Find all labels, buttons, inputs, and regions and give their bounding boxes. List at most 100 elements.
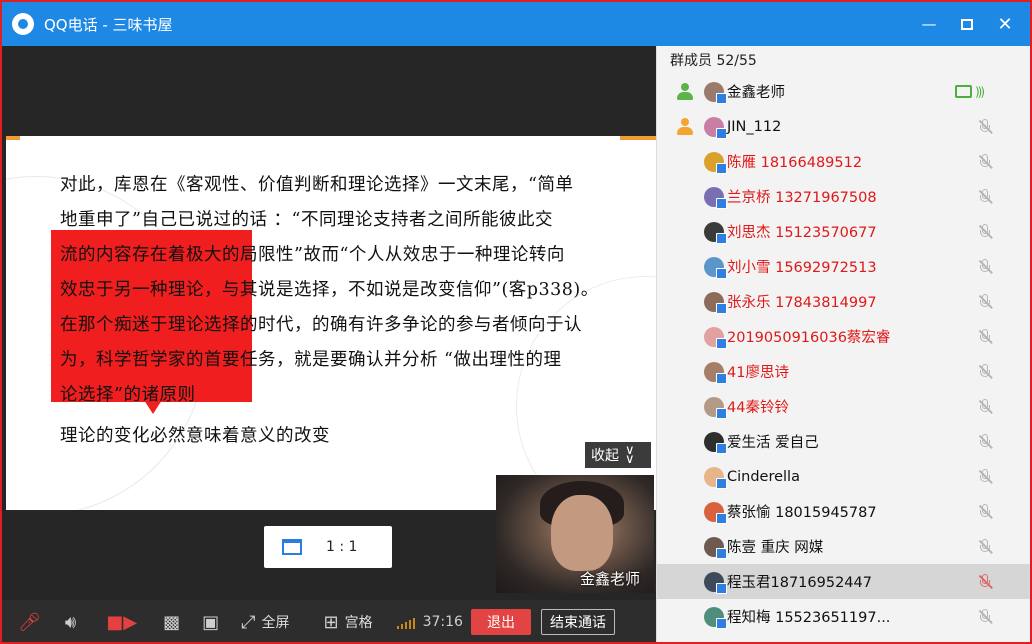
window-controls: — ✕ <box>910 2 1024 46</box>
member-row[interactable]: 程玉君18716952447 <box>657 564 1030 599</box>
member-row[interactable]: 2019050916036蔡宏睿 <box>657 319 1030 354</box>
member-avatar <box>704 256 727 279</box>
member-row[interactable]: Cinderella <box>657 459 1030 494</box>
microphone-muted-icon[interactable] <box>977 118 993 136</box>
minimize-button[interactable]: — <box>910 2 948 46</box>
member-list[interactable]: 金鑫老师))) JIN_112 陈雁 18166489512 兰京桥 13271967… <box>657 74 1030 634</box>
microphone-muted-icon[interactable] <box>977 363 993 381</box>
member-avatar <box>704 186 727 209</box>
end-call-button[interactable]: 结束通话 <box>540 609 615 635</box>
member-row[interactable]: 陈雁 18166489512 <box>657 144 1030 179</box>
member-avatar <box>704 501 727 524</box>
close-button[interactable]: ✕ <box>986 2 1024 46</box>
member-name: 程知梅 15523651197... <box>727 610 891 626</box>
microphone-muted-icon[interactable] <box>977 328 993 346</box>
video-stage[interactable]: 对此，库恩在《客观性、价值判断和理论选择》一文末尾，“简单 地重申了”自己已说过… <box>2 46 656 600</box>
slide-line: 流的内容存在着极大的局限性”故而“个人从效忠于一种理论转向 <box>60 245 565 265</box>
microphone-muted-icon[interactable] <box>977 258 993 276</box>
microphone-muted-icon[interactable] <box>977 503 993 521</box>
qq-call-window: QQ电话 - 三味书屋 — ✕ 对此，库恩在《客观性、价值判断和理论选择》一文末… <box>0 0 1032 644</box>
slide-line: 论选择”的诸原则 <box>60 385 196 405</box>
microphone-muted-icon[interactable] <box>977 468 993 486</box>
member-row[interactable]: 张永乐 17843814997 <box>657 284 1030 319</box>
screen-share-button[interactable]: ▩ <box>163 600 180 642</box>
speaker-icon: 🔊︎ <box>64 611 77 633</box>
view-ratio-toggle[interactable]: 1 : 1 <box>264 526 392 568</box>
member-row[interactable]: 刘小雪 15692972513 <box>657 249 1030 284</box>
fullscreen-label: 全屏 <box>261 615 290 631</box>
member-row[interactable]: 蔡张愉 18015945787 <box>657 494 1030 529</box>
exit-button[interactable]: 退出 <box>470 609 531 635</box>
microphone-muted-icon[interactable] <box>977 293 993 311</box>
minimize-icon: — <box>921 15 937 33</box>
microphone-muted-icon[interactable] <box>977 398 993 416</box>
microphone-muted-icon[interactable] <box>977 538 993 556</box>
member-row[interactable]: 程知梅 15523651197... <box>657 599 1030 634</box>
title-bar[interactable]: QQ电话 - 三味书屋 — ✕ <box>2 2 1030 46</box>
member-avatar <box>704 291 727 314</box>
member-avatar <box>704 606 727 629</box>
double-chevron-down-icon: ∨ ∨ <box>625 443 635 467</box>
member-name: 41廖思诗 <box>727 365 789 381</box>
call-toolbar: 🎤︎ 🔊︎ ■▶ ▩ ▣ ⤢ 全屏 ⊞ 宫格 37:16 退出 结束通话 <box>2 600 656 642</box>
member-row[interactable]: 44秦铃铃 <box>657 389 1030 424</box>
microphone-muted-icon[interactable] <box>977 188 993 206</box>
grid-label: 宫格 <box>344 615 373 631</box>
qq-call-logo-icon <box>12 13 34 35</box>
shared-screen-slide[interactable]: 对此，库恩在《客观性、价值判断和理论选择》一文末尾，“简单 地重申了”自己已说过… <box>6 136 656 510</box>
member-row[interactable]: 兰京桥 13271967508 <box>657 179 1030 214</box>
microphone-muted-icon[interactable] <box>977 223 993 241</box>
camera-off-button[interactable]: ■▶ <box>106 600 137 642</box>
member-row[interactable]: 41廖思诗 <box>657 354 1030 389</box>
presentation-button[interactable]: ▣ <box>202 600 219 642</box>
microphone-muted-icon[interactable] <box>977 608 993 626</box>
member-avatar <box>704 116 727 139</box>
microphone-muted-icon[interactable] <box>977 433 993 451</box>
member-row[interactable]: 刘思杰 15123570677 <box>657 214 1030 249</box>
member-avatar <box>704 151 727 174</box>
microphone-muted-icon[interactable] <box>977 153 993 171</box>
microphone-muted-icon[interactable] <box>977 573 993 591</box>
member-avatar <box>704 536 727 559</box>
member-name: 程玉君18716952447 <box>727 575 872 591</box>
slide-line: 为，科学哲学家的首要任务，就是要确认并分析 “做出理性的理 <box>60 350 562 370</box>
self-video-thumbnail[interactable]: 金鑫老师 <box>496 475 654 593</box>
member-avatar <box>704 466 727 489</box>
fullscreen-button[interactable]: ⤢ 全屏 <box>241 600 290 642</box>
slide-line: 对此，库恩在《客观性、价值判断和理论选择》一文末尾，“简单 <box>60 175 574 195</box>
member-name: 蔡张愉 18015945787 <box>727 505 877 521</box>
view-ratio-label: 1 : 1 <box>326 539 358 555</box>
video-person-face <box>551 495 613 571</box>
maximize-button[interactable] <box>948 2 986 46</box>
call-elapsed-time: 37:16 <box>422 614 463 630</box>
member-row[interactable]: JIN_112 <box>657 109 1030 144</box>
slide-line: 在那个痴迷于理论选择的时代，的确有许多争论的参与者倾向于认 <box>60 315 582 335</box>
member-row[interactable]: 金鑫老师))) <box>657 74 1030 109</box>
member-avatar <box>704 396 727 419</box>
member-name: 金鑫老师 <box>727 85 785 101</box>
screen-sharing-icon: ))) <box>955 85 985 99</box>
close-icon: ✕ <box>997 13 1013 35</box>
member-name: JIN_112 <box>727 118 782 135</box>
fullscreen-icon: ⤢ <box>241 611 256 633</box>
signal-strength-icon <box>396 615 415 629</box>
member-name: 44秦铃铃 <box>727 400 789 416</box>
member-row[interactable]: 陈壹 重庆 网媒 <box>657 529 1030 564</box>
slide-paragraph: 对此，库恩在《客观性、价值判断和理论选择》一文末尾，“简单 地重申了”自己已说过… <box>60 168 646 413</box>
mute-microphone-button[interactable]: 🎤︎ <box>18 600 41 642</box>
member-avatar <box>704 571 727 594</box>
window-title: QQ电话 - 三味书屋 <box>44 15 173 34</box>
member-avatar <box>704 221 727 244</box>
speaker-button[interactable]: 🔊︎ <box>64 600 77 642</box>
member-avatar <box>704 326 727 349</box>
pip-speaker-name: 金鑫老师 <box>579 570 640 588</box>
member-row[interactable]: 爱生活 爱自己 <box>657 424 1030 459</box>
collapse-button[interactable]: 收起 ∨ ∨ <box>585 442 651 468</box>
member-name: 兰京桥 13271967508 <box>727 190 877 206</box>
group-admin-icon <box>675 117 695 137</box>
grid-view-button[interactable]: ⊞ 宫格 <box>323 600 373 642</box>
member-panel: 群成员 52/55 金鑫老师))) JIN_112 陈雁 18166489512 兰京… <box>656 46 1030 642</box>
member-name: 张永乐 17843814997 <box>727 295 877 311</box>
grid-icon: ⊞ <box>323 611 339 633</box>
member-name: 陈壹 重庆 网媒 <box>727 540 824 556</box>
